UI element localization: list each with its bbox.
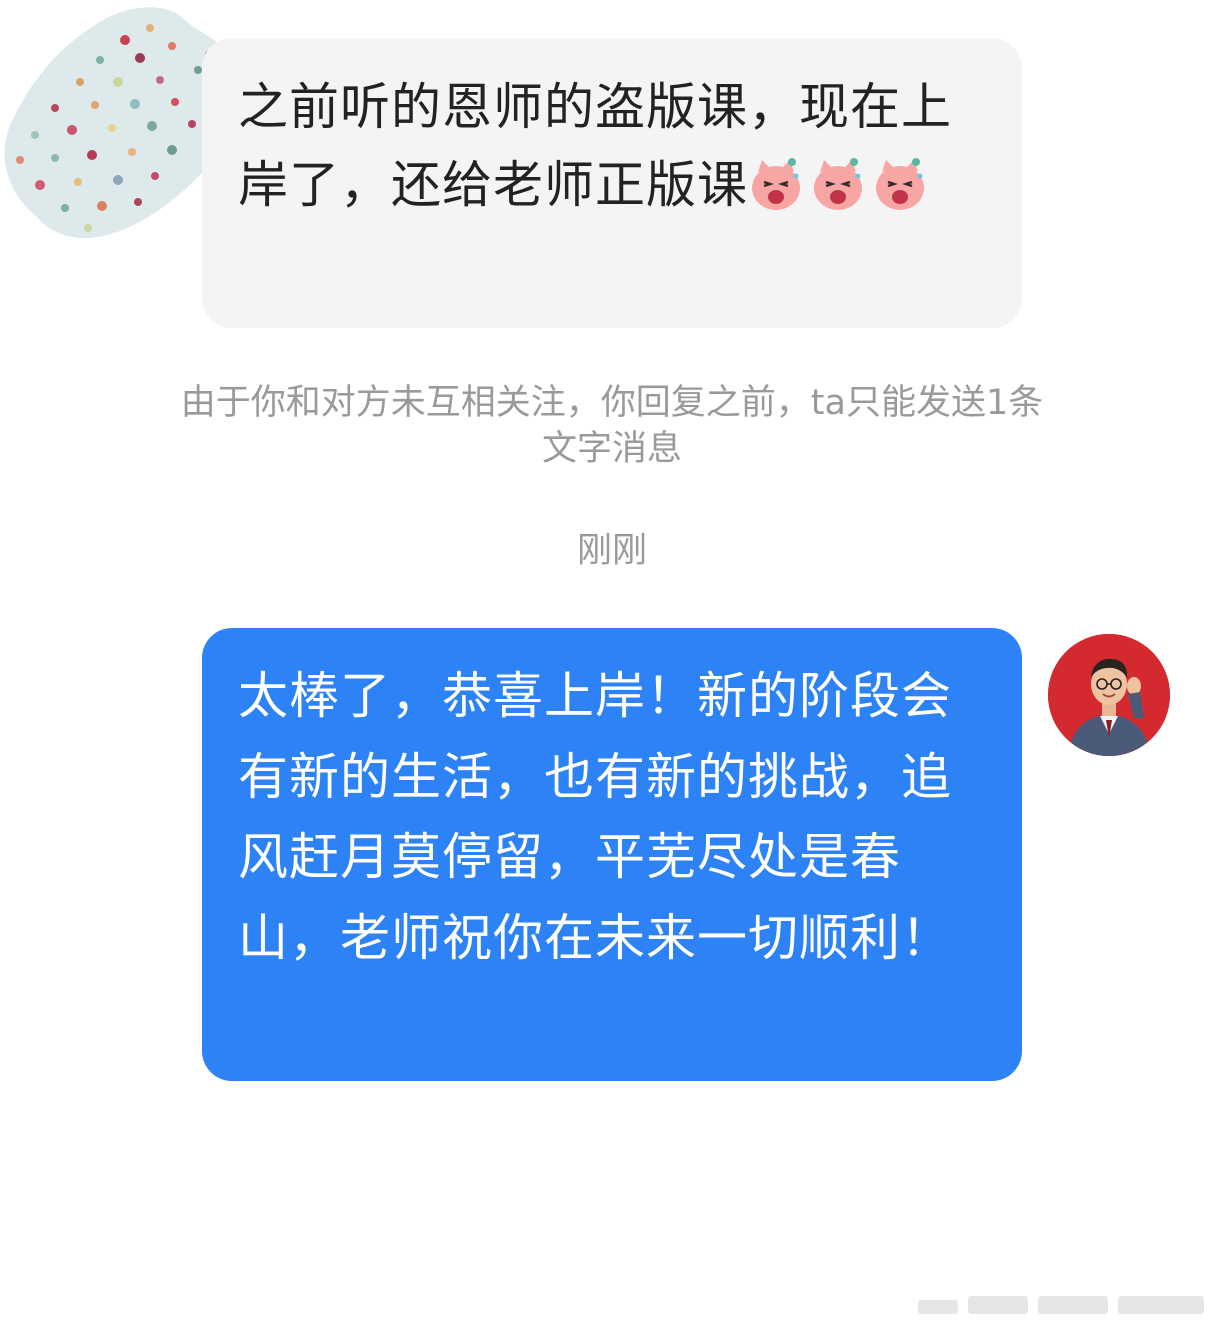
notice-line-2: 文字消息 bbox=[541, 429, 682, 469]
notice-line-1: 由于你和对方未互相关注，你回复之前，ta只能发送1条 bbox=[180, 383, 1044, 423]
follow-restriction-notice: 由于你和对方未互相关注，你回复之前，ta只能发送1条 文字消息 bbox=[100, 380, 1124, 472]
teacher-photo-avatar-image bbox=[1048, 634, 1170, 756]
incoming-message-content: 之前听的恩师的盗版课，现在上岸了，还给老师正版课 bbox=[238, 68, 958, 224]
user-avatar[interactable] bbox=[1048, 634, 1170, 756]
message-timestamp: 刚刚 bbox=[576, 531, 647, 571]
laughing-pink-cat-emoji-icon bbox=[876, 158, 924, 210]
laughing-pink-cat-emoji-icon bbox=[752, 158, 800, 210]
incoming-message-bubble[interactable]: 之前听的恩师的盗版课，现在上岸了，还给老师正版课 bbox=[202, 38, 1022, 328]
outgoing-message-text: 太棒了，恭喜上岸！新的阶段会有新的生活，也有新的挑战，追风赶月莫停留，平芜尽处是… bbox=[238, 667, 952, 967]
watermark-icon bbox=[918, 1296, 1204, 1314]
outgoing-message-bubble[interactable]: 太棒了，恭喜上岸！新的阶段会有新的生活，也有新的挑战，追风赶月莫停留，平芜尽处是… bbox=[202, 628, 1022, 1081]
laughing-pink-cat-emoji-icon bbox=[814, 158, 862, 210]
chat-thread: 之前听的恩师的盗版课，现在上岸了，还给老师正版课 由于你和对方未互相关注，你回复… bbox=[0, 0, 1224, 1328]
